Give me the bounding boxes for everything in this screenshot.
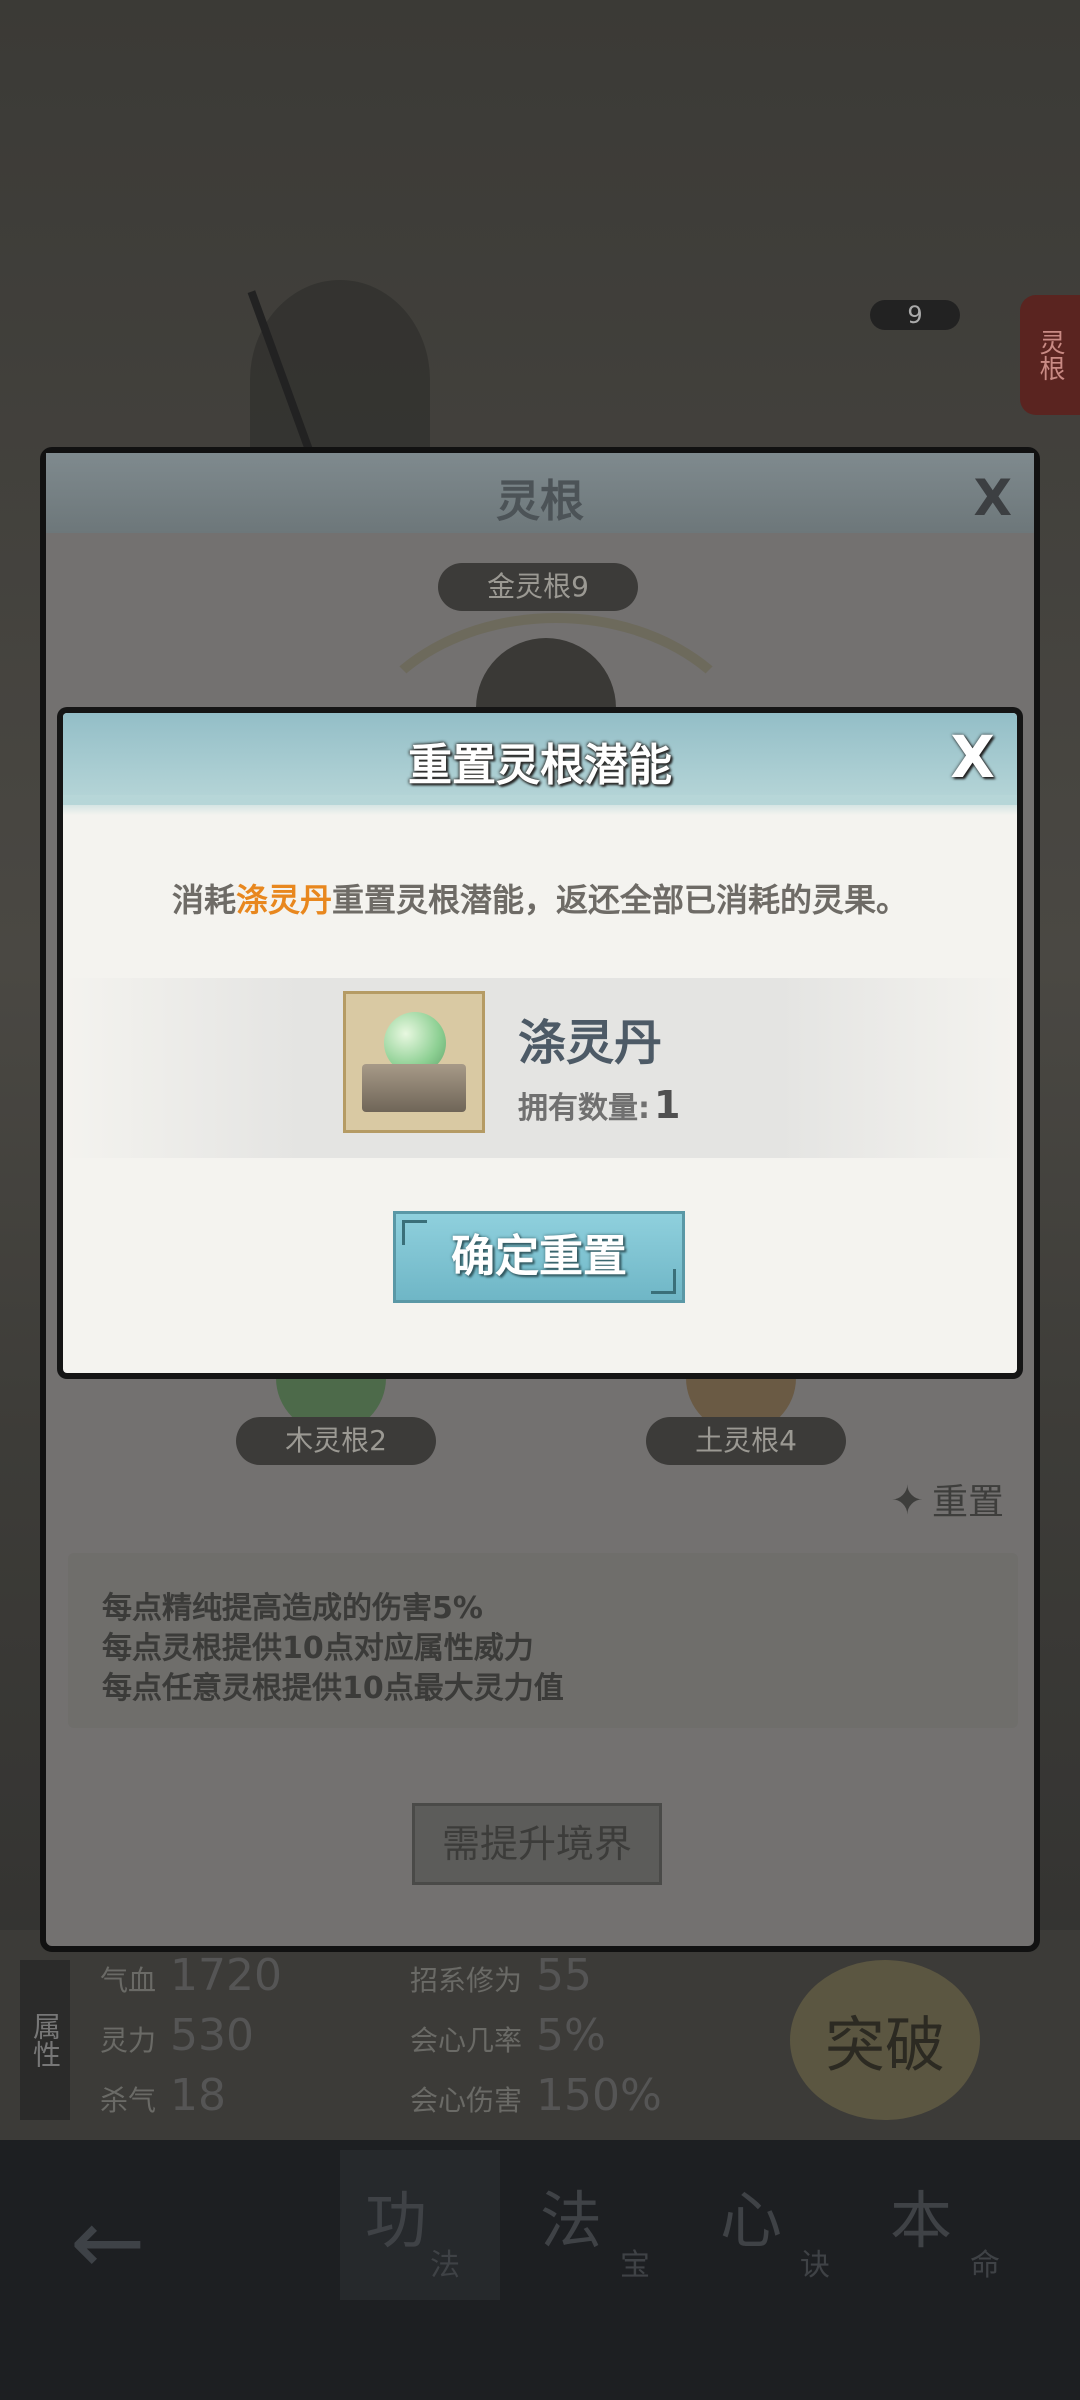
stat-mana: 灵力 530 xyxy=(100,2010,254,2061)
stat-label: 招系修为 xyxy=(410,1964,523,1997)
stat-value: 5% xyxy=(536,2010,606,2061)
breakthrough-button[interactable]: 突破 xyxy=(790,1960,980,2120)
item-count: 拥有数量: 1 xyxy=(518,1083,680,1127)
nav-tab-xinjue[interactable]: 心 诀 xyxy=(710,2150,870,2300)
description-box: 每点精纯提高造成的伤害5% 每点灵根提供10点对应属性威力 每点任意灵根提供10… xyxy=(68,1553,1018,1728)
stat-label: 会心伤害 xyxy=(410,2084,523,2117)
lingen-modal-title: 灵根 xyxy=(496,476,584,527)
reset-dialog-header: 重置灵根潜能 X xyxy=(63,713,1017,815)
back-arrow-icon[interactable]: ← xyxy=(70,2190,145,2295)
stat-cultivation: 招系修为 55 xyxy=(410,1950,592,2001)
corner-ornament xyxy=(651,1269,676,1294)
description-line: 每点灵根提供10点对应属性威力 xyxy=(102,1631,534,1666)
confirm-reset-button[interactable]: 确定重置 xyxy=(393,1211,685,1303)
stat-value: 150% xyxy=(536,2070,662,2121)
nav-tab-fabao[interactable]: 法 宝 xyxy=(530,2150,690,2300)
reset-dialog-close-icon[interactable]: X xyxy=(950,723,995,791)
stat-killing-intent: 杀气 18 xyxy=(100,2070,226,2121)
stat-crit-rate: 会心几率 5% xyxy=(410,2010,606,2061)
stat-value: 55 xyxy=(536,1950,593,2001)
nav-tab-main: 本 xyxy=(890,2184,953,2257)
item-row: 涤灵丹 拥有数量: 1 xyxy=(63,978,1017,1158)
message-suffix: 重置灵根潜能，返还全部已消耗的灵果。 xyxy=(332,881,909,919)
stat-value: 18 xyxy=(170,2070,227,2121)
stat-hp: 气血 1720 xyxy=(100,1950,282,2001)
stat-label: 杀气 xyxy=(100,2084,157,2117)
reset-dialog-body: 重置灵根潜能 X 消耗涤灵丹重置灵根潜能，返还全部已消耗的灵果。 涤灵丹 拥有数… xyxy=(63,713,1017,1373)
nav-tab-sub: 诀 xyxy=(800,2248,830,2283)
nav-tab-gongfa[interactable]: 功 法 xyxy=(340,2150,500,2300)
earth-root-label: 土灵根4 xyxy=(646,1417,846,1465)
level-badge: 9 xyxy=(870,300,960,330)
stat-label: 气血 xyxy=(100,1964,157,1997)
stat-label: 会心几率 xyxy=(410,2024,523,2057)
reset-message: 消耗涤灵丹重置灵根潜能，返还全部已消耗的灵果。 xyxy=(63,875,1017,921)
stat-value: 1720 xyxy=(170,1950,282,2001)
lingen-side-tab[interactable]: 灵根 xyxy=(1020,295,1080,415)
message-highlight: 涤灵丹 xyxy=(235,881,332,919)
reset-dialog: 重置灵根潜能 X 消耗涤灵丹重置灵根潜能，返还全部已消耗的灵果。 涤灵丹 拥有数… xyxy=(57,707,1023,1379)
gold-root-label: 金灵根9 xyxy=(438,563,638,611)
reset-dialog-title: 重置灵根潜能 xyxy=(408,740,672,791)
lingen-modal-close-icon[interactable]: X xyxy=(973,469,1012,527)
nav-tab-main: 心 xyxy=(720,2184,783,2257)
confirm-reset-label: 确定重置 xyxy=(451,1231,627,1282)
description-line: 每点精纯提高造成的伤害5% xyxy=(102,1591,483,1626)
flame-icon: ✦ xyxy=(890,1478,924,1524)
need-upgrade-button[interactable]: 需提升境界 xyxy=(412,1803,662,1885)
description-line: 每点任意灵根提供10点最大灵力值 xyxy=(102,1671,564,1706)
wood-root-label: 木灵根2 xyxy=(236,1417,436,1465)
corner-ornament xyxy=(402,1220,427,1245)
nav-tab-sub: 宝 xyxy=(620,2248,650,2283)
nav-tab-main: 功 xyxy=(365,2184,428,2257)
item-count-label: 拥有数量: xyxy=(518,1091,650,1126)
message-prefix: 消耗 xyxy=(171,881,236,919)
nav-tab-main: 法 xyxy=(540,2184,603,2257)
stat-crit-damage: 会心伤害 150% xyxy=(410,2070,662,2121)
stats-tab[interactable]: 属性 xyxy=(20,1960,70,2120)
nav-tab-sub: 法 xyxy=(430,2248,460,2283)
reset-link[interactable]: ✦ 重置 xyxy=(890,1473,1004,1525)
stat-label: 灵力 xyxy=(100,2024,157,2057)
nav-tab-sub: 命 xyxy=(970,2248,1000,2283)
dilingdan-item-icon[interactable] xyxy=(343,991,485,1133)
stat-value: 530 xyxy=(170,2010,254,2061)
pedestal-icon xyxy=(362,1064,466,1112)
lingen-modal-header: 灵根 X xyxy=(46,453,1034,533)
item-name: 涤灵丹 xyxy=(518,1015,663,1071)
reset-link-label: 重置 xyxy=(931,1482,1004,1523)
item-count-value: 1 xyxy=(654,1083,681,1127)
nav-tab-benming[interactable]: 本 命 xyxy=(880,2150,1040,2300)
